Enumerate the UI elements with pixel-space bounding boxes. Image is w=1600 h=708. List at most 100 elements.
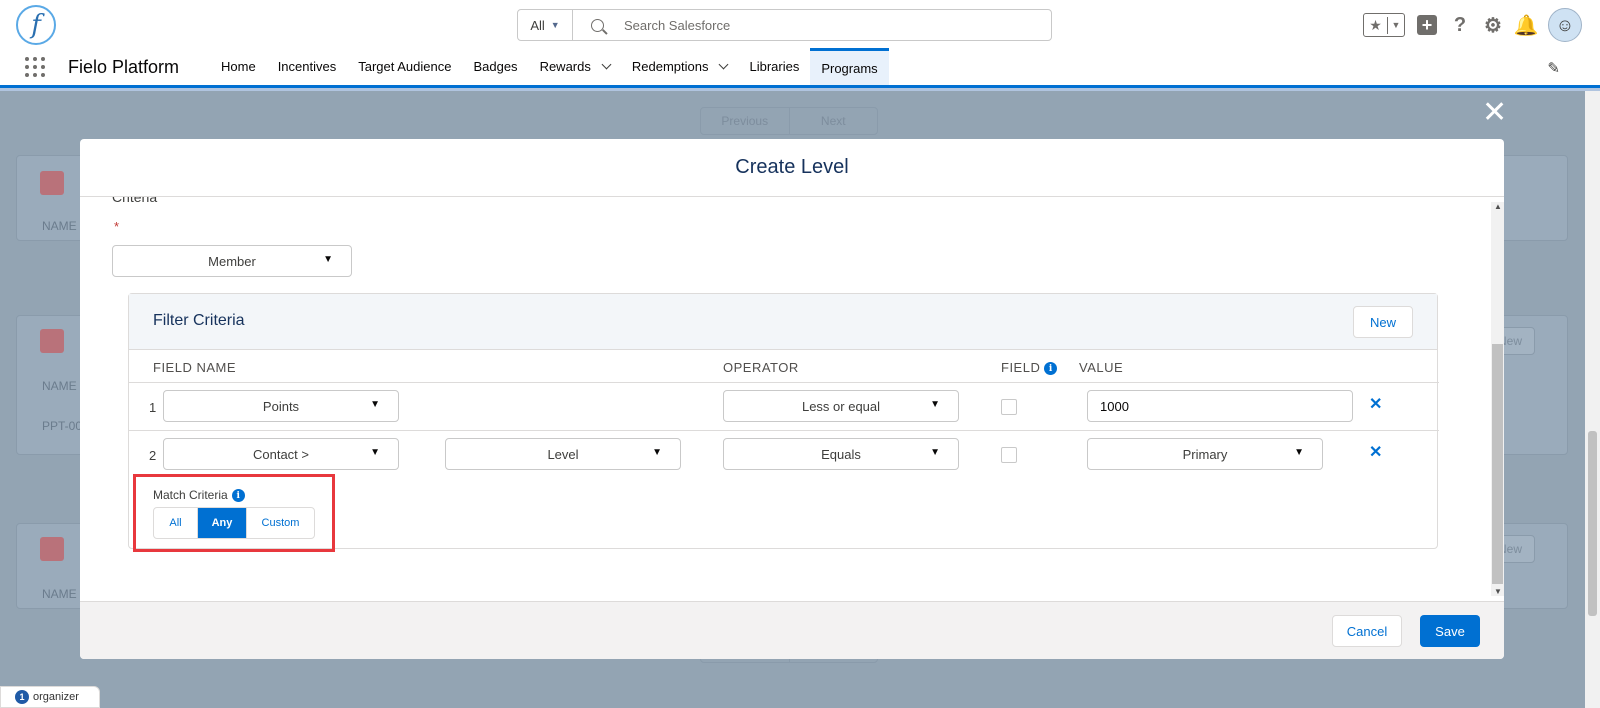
- help-icon[interactable]: ?: [1449, 14, 1471, 36]
- scroll-up-arrow-icon[interactable]: ▲: [1494, 202, 1502, 211]
- modal-body-scrollbar[interactable]: ▲ ▼: [1491, 202, 1504, 596]
- modal-footer: Cancel Save: [80, 601, 1504, 659]
- pager-next: Next: [820, 114, 846, 128]
- user-avatar-icon: ☺: [1555, 14, 1575, 35]
- tab-label: Rewards: [539, 59, 591, 74]
- header-divider: [129, 382, 1439, 383]
- criteria-section-label: Criteria: [112, 197, 158, 205]
- app-name: Fielo Platform: [68, 57, 180, 77]
- app-launcher-icon[interactable]: [25, 57, 45, 77]
- scroll-down-arrow-icon[interactable]: ▼: [1494, 587, 1502, 596]
- global-actions-button[interactable]: +: [1416, 14, 1438, 36]
- tab-redemptions[interactable]: Redemptions: [621, 48, 739, 85]
- field-checkbox[interactable]: [1001, 447, 1017, 463]
- match-criteria-label: Match Criteria i: [153, 488, 245, 503]
- subfield-select[interactable]: Level ▼: [445, 438, 681, 470]
- avatar[interactable]: ☺: [1548, 8, 1582, 42]
- caret-down-icon: ▼: [1391, 20, 1401, 30]
- tab-label: Programs: [821, 60, 878, 76]
- tab-incentives[interactable]: Incentives: [267, 48, 348, 85]
- row-divider: [129, 430, 1439, 431]
- remove-row-icon[interactable]: ✕: [1369, 394, 1382, 414]
- match-any-button[interactable]: Any: [198, 508, 247, 538]
- gear-icon[interactable]: ⚙: [1482, 14, 1504, 37]
- triangle-down-icon: ▼: [652, 447, 662, 458]
- modal-header: Create Level: [80, 139, 1504, 197]
- backdrop-pager: Previous Next: [700, 107, 878, 135]
- page-scrollbar[interactable]: [1585, 91, 1600, 708]
- row-number: 1: [149, 400, 157, 415]
- remove-row-icon[interactable]: ✕: [1369, 442, 1382, 462]
- match-criteria-button-group: All Any Custom: [153, 507, 315, 539]
- nav-tabs: Home Incentives Target Audience Badges R…: [210, 48, 889, 85]
- create-level-modal: Create Level Criteria * Member ▼ Filter …: [80, 139, 1504, 659]
- caret-down-icon: ▼: [550, 20, 560, 30]
- value-input[interactable]: 1000: [1087, 390, 1353, 422]
- organizer-label: organizer: [33, 691, 79, 703]
- field-name-value: Contact >: [252, 446, 309, 462]
- filter-criteria-card: Filter Criteria New FIELD NAME OPERATOR …: [128, 293, 1439, 552]
- plus-icon: +: [1417, 15, 1437, 35]
- required-marker: *: [114, 219, 120, 234]
- tab-home[interactable]: Home: [210, 48, 267, 85]
- match-criteria-text: Match Criteria: [153, 488, 228, 502]
- field-name-select[interactable]: Contact > ▼: [163, 438, 399, 470]
- info-icon[interactable]: i: [1044, 362, 1058, 376]
- triangle-down-icon: ▼: [930, 447, 940, 458]
- tab-label: Badges: [473, 59, 518, 74]
- organizer-badge[interactable]: 1 organizer: [0, 686, 100, 708]
- triangle-down-icon: ▼: [1294, 447, 1304, 458]
- operator-select[interactable]: Less or equal ▼: [723, 390, 959, 422]
- tab-libraries[interactable]: Libraries: [738, 48, 810, 85]
- operator-select[interactable]: Equals ▼: [723, 438, 959, 470]
- backdrop-name-header: NAME: [42, 379, 77, 393]
- tab-label: Target Audience: [358, 59, 452, 74]
- search-input[interactable]: Search Salesforce: [624, 18, 730, 33]
- subfield-value: Level: [547, 446, 579, 462]
- favorites-button[interactable]: ★ ▼: [1363, 13, 1405, 37]
- backdrop-mail-icon: [40, 537, 64, 561]
- modal-body: Criteria * Member ▼ Filter Criteria New …: [80, 197, 1504, 601]
- tab-badges[interactable]: Badges: [462, 48, 528, 85]
- triangle-down-icon: ▼: [370, 447, 380, 458]
- search-icon: [591, 18, 604, 32]
- tab-target-audience[interactable]: Target Audience: [347, 48, 462, 85]
- search-scope-dropdown[interactable]: All ▼: [518, 10, 573, 40]
- tab-label: Home: [221, 59, 256, 74]
- column-header-operator: OPERATOR: [723, 360, 799, 375]
- object-select[interactable]: Member ▼: [112, 245, 352, 277]
- organizer-logo-icon: 1: [15, 690, 29, 704]
- tab-rewards[interactable]: Rewards: [529, 48, 621, 85]
- pager-previous: Previous: [701, 108, 790, 134]
- backdrop-card-icon: [40, 171, 64, 195]
- new-filter-button[interactable]: New: [1353, 306, 1413, 338]
- global-header: f All ▼ Search Salesforce ★ ▼ + ? ⚙ 🔔 ☺: [0, 0, 1600, 48]
- chevron-down-icon[interactable]: [601, 59, 612, 70]
- value-select-value: Primary: [1182, 446, 1228, 462]
- info-icon[interactable]: i: [231, 489, 245, 503]
- scrollbar-thumb[interactable]: [1588, 431, 1597, 616]
- value-select[interactable]: Primary ▼: [1087, 438, 1323, 470]
- tab-label: Incentives: [277, 59, 337, 74]
- field-name-select[interactable]: Points ▼: [163, 390, 399, 422]
- global-search[interactable]: All ▼ Search Salesforce: [517, 9, 1052, 41]
- modal-close-icon[interactable]: ✕: [1482, 98, 1507, 128]
- bell-icon[interactable]: 🔔: [1514, 14, 1539, 37]
- tab-programs[interactable]: Programs: [810, 48, 889, 85]
- match-custom-button[interactable]: Custom: [247, 508, 314, 538]
- field-checkbox[interactable]: [1001, 399, 1017, 415]
- edit-nav-pencil-icon[interactable]: ✎: [1547, 59, 1560, 77]
- triangle-down-icon: ▼: [323, 254, 333, 265]
- row-number: 2: [149, 448, 157, 463]
- cancel-button[interactable]: Cancel: [1332, 615, 1402, 647]
- column-header-field-label: FIELD: [1001, 360, 1041, 375]
- match-all-button[interactable]: All: [154, 508, 198, 538]
- save-button[interactable]: Save: [1420, 615, 1480, 647]
- modal-title: Create Level: [735, 156, 849, 178]
- triangle-down-icon: ▼: [930, 399, 940, 410]
- filter-criteria-title: Filter Criteria: [153, 312, 245, 329]
- scrollbar-thumb[interactable]: [1492, 344, 1503, 584]
- chevron-down-icon[interactable]: [719, 59, 729, 70]
- search-scope-label: All: [530, 17, 545, 33]
- app-logo-icon[interactable]: f: [16, 5, 56, 45]
